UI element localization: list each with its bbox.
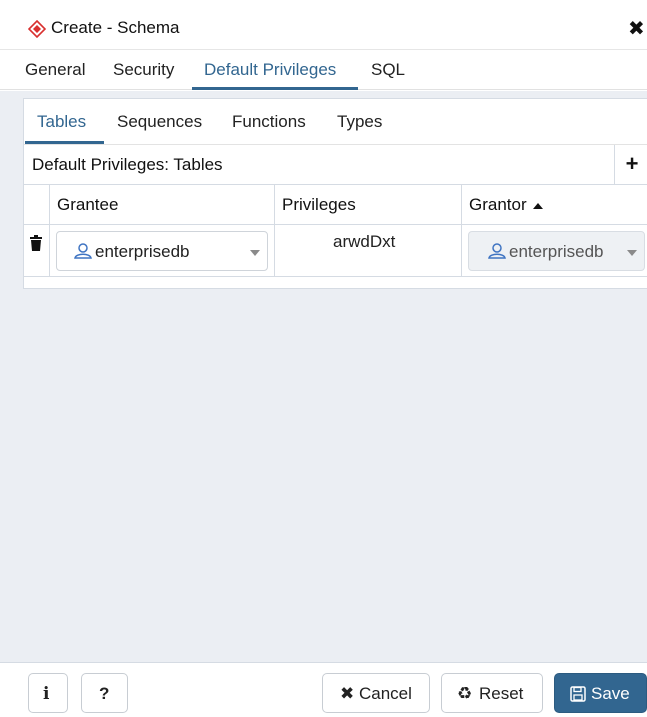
plus-icon[interactable]: + <box>622 151 642 177</box>
info-button[interactable]: i <box>28 673 68 713</box>
recycle-icon: ♻ <box>457 684 473 703</box>
dialog-footer: i ? ✖ Cancel ♻ Reset Save <box>0 662 647 717</box>
user-icon <box>488 243 506 259</box>
subtab-types[interactable]: Types <box>337 112 382 132</box>
column-header-actions <box>24 185 50 225</box>
dialog-content: Tables Sequences Functions Types Default… <box>0 91 647 662</box>
table-row: enterprisedb arwdDxt enterprisedb <box>24 225 647 277</box>
column-header-grantee[interactable]: Grantee <box>50 185 275 225</box>
main-tab-bar: General Security Default Privileges SQL <box>0 50 647 90</box>
help-icon: ? <box>99 684 110 703</box>
cancel-button[interactable]: ✖ Cancel <box>322 673 430 713</box>
subtab-tables[interactable]: Tables <box>37 112 86 132</box>
privileges-panel: Tables Sequences Functions Types Default… <box>23 98 647 289</box>
chevron-down-icon <box>627 250 637 256</box>
column-header-privileges[interactable]: Privileges <box>275 185 462 225</box>
tab-default-privileges[interactable]: Default Privileges <box>204 60 336 80</box>
sub-tab-bar: Tables Sequences Functions Types <box>24 99 647 145</box>
row-actions-cell <box>24 225 50 277</box>
grid-title: Default Privileges: Tables <box>32 155 223 174</box>
dialog-titlebar: Create - Schema ✖ <box>0 0 647 50</box>
help-button[interactable]: ? <box>81 673 128 713</box>
grantee-value: enterprisedb <box>95 242 190 261</box>
tab-security[interactable]: Security <box>113 60 174 80</box>
sort-ascending-icon <box>533 203 543 209</box>
grantor-value: enterprisedb <box>509 242 604 261</box>
active-tab-indicator <box>192 87 358 90</box>
user-icon <box>74 243 92 259</box>
floppy-disk-icon <box>570 686 586 702</box>
cancel-label: Cancel <box>359 684 412 703</box>
tab-general[interactable]: General <box>25 60 85 80</box>
subtab-functions[interactable]: Functions <box>232 112 306 132</box>
trash-icon[interactable] <box>29 235 43 251</box>
info-icon: i <box>43 684 50 704</box>
privileges-value: arwdDxt <box>333 232 396 251</box>
grantee-select[interactable]: enterprisedb <box>56 231 268 271</box>
divider <box>614 145 615 185</box>
column-label: Privileges <box>282 195 356 214</box>
save-button[interactable]: Save <box>554 673 647 713</box>
save-label: Save <box>591 684 630 703</box>
subtab-sequences[interactable]: Sequences <box>117 112 202 132</box>
chevron-down-icon <box>250 250 260 256</box>
close-icon[interactable]: ✖ <box>628 18 647 40</box>
reset-button[interactable]: ♻ Reset <box>441 673 543 713</box>
dialog-title: Create - Schema <box>51 18 180 37</box>
grantor-select: enterprisedb <box>468 231 645 271</box>
reset-label: Reset <box>479 684 524 703</box>
grantor-cell: enterprisedb <box>462 225 647 277</box>
tab-sql[interactable]: SQL <box>371 60 405 80</box>
close-icon: ✖ <box>340 684 355 703</box>
active-subtab-indicator <box>25 141 104 144</box>
privileges-cell[interactable]: arwdDxt <box>275 225 462 277</box>
pgadmin-diamond-icon <box>28 20 46 38</box>
column-header-grantor[interactable]: Grantor <box>462 185 647 225</box>
column-label: Grantor <box>469 195 527 214</box>
grantee-cell: enterprisedb <box>50 225 275 277</box>
column-label: Grantee <box>57 195 119 214</box>
grid-header: Default Privileges: Tables + <box>24 145 647 185</box>
